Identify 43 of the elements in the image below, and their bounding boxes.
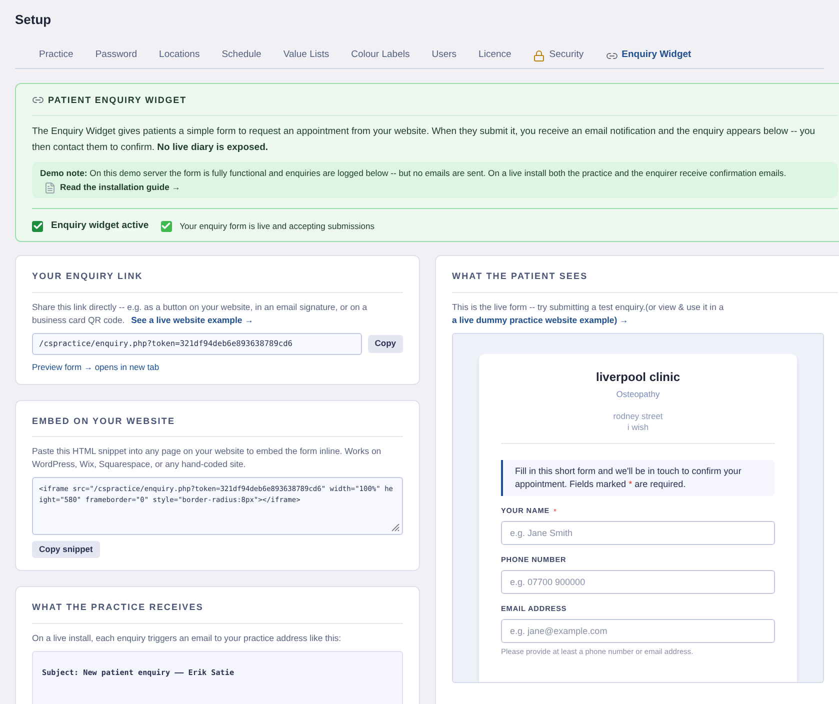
dummy-website-link[interactable]: a live dummy practice website example) →: [452, 314, 628, 325]
active-checkbox[interactable]: [32, 220, 43, 232]
tab[interactable]: Practice: [28, 44, 84, 68]
input-field[interactable]: e.g. jane@example.com: [501, 618, 775, 643]
copy-button[interactable]: Copy: [368, 334, 403, 353]
clinic-name: liverpool clinic: [596, 368, 680, 386]
receives-description: On a live install, each enquiry triggers an email to your practice address like this:: [32, 632, 342, 645]
panel-heading: PATIENT ENQUIRY WIDGET: [48, 94, 186, 107]
check-icon: [160, 220, 172, 232]
copy-snippet-button[interactable]: Copy snippet: [32, 541, 100, 558]
card-heading: WHAT THE PRACTICE RECEIVES: [32, 601, 403, 624]
lock-icon: [533, 50, 546, 62]
panel-description: The Enquiry Widget gives patients a simple form to request an appointment from your website. When they submit it, you receive an email notification and the enquiry appears below -- you then contact them to confirm. No live diary is exposed.: [32, 125, 816, 155]
tab[interactable]: Password: [84, 44, 148, 68]
input-field[interactable]: e.g. 07700 900000: [501, 570, 775, 594]
tab[interactable]: Schedule: [210, 44, 272, 68]
tab[interactable]: Security: [522, 44, 595, 68]
demo-note-text: Demo note: On this demo server the form is fully functional and enquiries are logged below -- but no emails are sent. On a live install both the practice and the enquirer receive confirmation emails.: [40, 168, 786, 178]
preview-description: This is the live form -- try submitting a test enquiry.(or view & use it in a a live dummy practice website example) →: [452, 300, 725, 327]
clinic-specialty: Osteopathy: [616, 388, 660, 400]
status-text: Your enquiry form is live and accepting submissions: [180, 220, 374, 232]
tab[interactable]: Licence: [468, 44, 522, 68]
form-note: Fill in this short form and we'll be in touch to confirm your appointment. Fields marked * are required.: [501, 460, 775, 496]
tab[interactable]: Enquiry Widget: [594, 44, 702, 68]
guide-link[interactable]: Read the installation guide →: [60, 182, 180, 192]
tab[interactable]: Users: [420, 44, 468, 68]
link-description: Share this link directly -- e.g. as a button on your website, in an email signature, or on a business card QR code. See a live website example →: [32, 300, 368, 327]
resize-handle-icon[interactable]: [390, 522, 400, 532]
card-heading: EMBED ON YOUR WEBSITE: [32, 414, 403, 437]
preview-link[interactable]: Preview form → opens in new tab: [32, 360, 403, 374]
address-line: i wish: [627, 422, 649, 432]
example-link[interactable]: See a live website example →: [131, 314, 254, 325]
card-heading: YOUR ENQUIRY LINK: [32, 270, 403, 293]
input-field[interactable]: e.g. Jane Smith: [501, 520, 775, 545]
checkbox-label: Enquiry widget active: [51, 219, 149, 233]
embed-description: Paste this HTML snippet into any page on your website to embed the form inline. Works on WordPress, Wix, Squarespace, or any hand-coded site.: [32, 445, 382, 471]
page-title: Setup: [15, 11, 52, 29]
card-heading: WHAT THE PATIENT SEES: [452, 270, 838, 293]
document-icon: [44, 182, 56, 194]
tab[interactable]: Colour Labels: [340, 44, 421, 68]
tab[interactable]: Locations: [148, 44, 211, 68]
tab[interactable]: Value Lists: [272, 44, 340, 68]
address-line: rodney street: [613, 410, 663, 422]
